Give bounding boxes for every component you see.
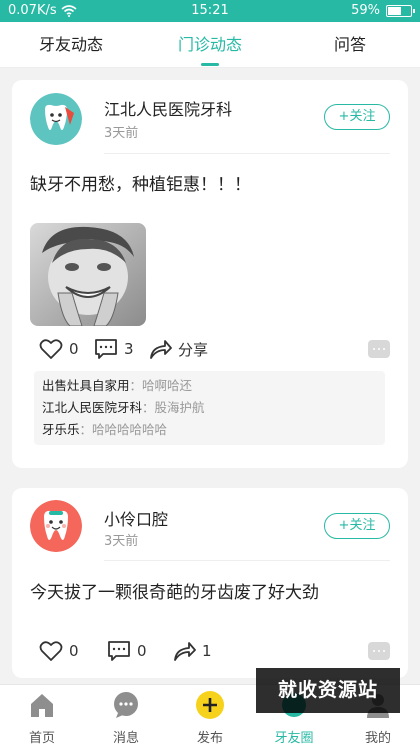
- share-button[interactable]: 1: [172, 640, 212, 662]
- more-options-icon[interactable]: [368, 642, 390, 660]
- tab-clinic-feed[interactable]: 门诊动态: [165, 22, 255, 68]
- post-image[interactable]: [30, 223, 146, 326]
- comment-item[interactable]: 江北人民医院牙科：股海护航: [42, 397, 377, 419]
- post-actions: 0 0 1: [30, 640, 390, 664]
- battery-level: [388, 6, 401, 15]
- comment-text: 哈哈哈哈哈哈: [92, 422, 168, 437]
- heart-icon: [39, 641, 63, 661]
- tab-qa[interactable]: 问答: [320, 22, 380, 68]
- post-time: 3天前: [104, 126, 139, 141]
- avatar[interactable]: [30, 93, 82, 145]
- comment-button[interactable]: 0: [107, 640, 147, 662]
- comment-separator: ：: [129, 378, 143, 393]
- comment-count: 0: [137, 642, 147, 660]
- share-label: 分享: [178, 340, 209, 359]
- status-right: 59%: [351, 3, 415, 18]
- message-icon: [114, 692, 138, 718]
- post-content: 今天拔了一颗很奇葩的牙齿废了好大劲: [30, 583, 319, 603]
- comment-icon: [95, 339, 117, 359]
- tab-friends-feed[interactable]: 牙友动态: [26, 22, 116, 68]
- post-card: 小伶口腔 3天前 +关注 今天拔了一颗很奇葩的牙齿废了好大劲 0 0 1: [12, 488, 408, 678]
- like-count: 0: [69, 642, 79, 660]
- follow-button[interactable]: +关注: [324, 513, 390, 539]
- more-options-icon[interactable]: [368, 340, 390, 358]
- nav-publish-label: 发布: [196, 731, 223, 746]
- commenter-name: 出售灶具自家用: [42, 378, 130, 393]
- comment-separator: ：: [142, 400, 155, 415]
- watermark: 就收资源站: [256, 668, 400, 713]
- nav-publish[interactable]: 发布: [180, 691, 240, 746]
- author-name[interactable]: 江北人民医院牙科: [104, 96, 232, 120]
- home-icon: [31, 694, 53, 717]
- nav-messages[interactable]: 消息: [96, 691, 156, 746]
- tooth-avatar-icon: [30, 500, 82, 552]
- like-count: 0: [69, 340, 79, 358]
- header-divider: [104, 153, 390, 154]
- nav-messages-label: 消息: [112, 731, 139, 746]
- tab-friends-feed-label: 牙友动态: [38, 35, 103, 54]
- comment-button[interactable]: 3: [94, 338, 134, 360]
- comment-count: 3: [124, 340, 134, 358]
- nav-home[interactable]: 首页: [12, 691, 72, 746]
- post-card: 江北人民医院牙科 3天前 +关注 缺牙不用愁，种植钜惠！！！ 0 3 分享 出售…: [12, 80, 408, 468]
- share-icon: [150, 340, 172, 359]
- nav-circle-label: 牙友圈: [274, 731, 314, 746]
- like-button[interactable]: 0: [39, 338, 79, 360]
- heart-icon: [39, 339, 63, 359]
- share-icon: [174, 642, 196, 661]
- share-count: 1: [202, 642, 212, 660]
- nav-profile-label: 我的: [364, 731, 391, 746]
- author-name[interactable]: 小伶口腔: [104, 506, 168, 530]
- commenter-name: 牙乐乐: [42, 422, 80, 437]
- comment-icon: [108, 641, 130, 661]
- comment-item[interactable]: 牙乐乐：哈哈哈哈哈哈: [42, 419, 377, 441]
- header-divider: [104, 560, 390, 561]
- tab-clinic-feed-label: 门诊动态: [177, 35, 242, 54]
- top-tabs: 牙友动态 门诊动态 问答: [0, 22, 420, 68]
- comment-list: 出售灶具自家用：哈啊哈还 江北人民医院牙科：股海护航 牙乐乐：哈哈哈哈哈哈: [34, 371, 385, 445]
- share-button[interactable]: 分享: [148, 338, 208, 360]
- comment-text: 股海护航: [154, 400, 205, 415]
- plus-icon: [196, 691, 224, 719]
- post-time: 3天前: [104, 534, 139, 549]
- post-actions: 0 3 分享: [30, 338, 390, 362]
- commenter-name: 江北人民医院牙科: [42, 400, 143, 415]
- comment-item[interactable]: 出售灶具自家用：哈啊哈还: [42, 375, 377, 397]
- active-tab-indicator: [201, 63, 219, 66]
- comment-text: 哈啊哈还: [142, 378, 193, 393]
- tooth-avatar-icon: [30, 93, 82, 145]
- like-button[interactable]: 0: [39, 640, 79, 662]
- battery-icon: [386, 4, 415, 17]
- nav-home-label: 首页: [28, 731, 55, 746]
- child-photo-image: [30, 223, 146, 326]
- comment-separator: ：: [79, 422, 93, 437]
- battery-percent: 59%: [351, 3, 380, 18]
- follow-button[interactable]: +关注: [324, 104, 390, 130]
- tab-qa-label: 问答: [333, 35, 366, 54]
- avatar[interactable]: [30, 500, 82, 552]
- status-bar: 0.07K/s 15:21 59%: [0, 0, 420, 22]
- post-content: 缺牙不用愁，种植钜惠！！！: [30, 175, 251, 195]
